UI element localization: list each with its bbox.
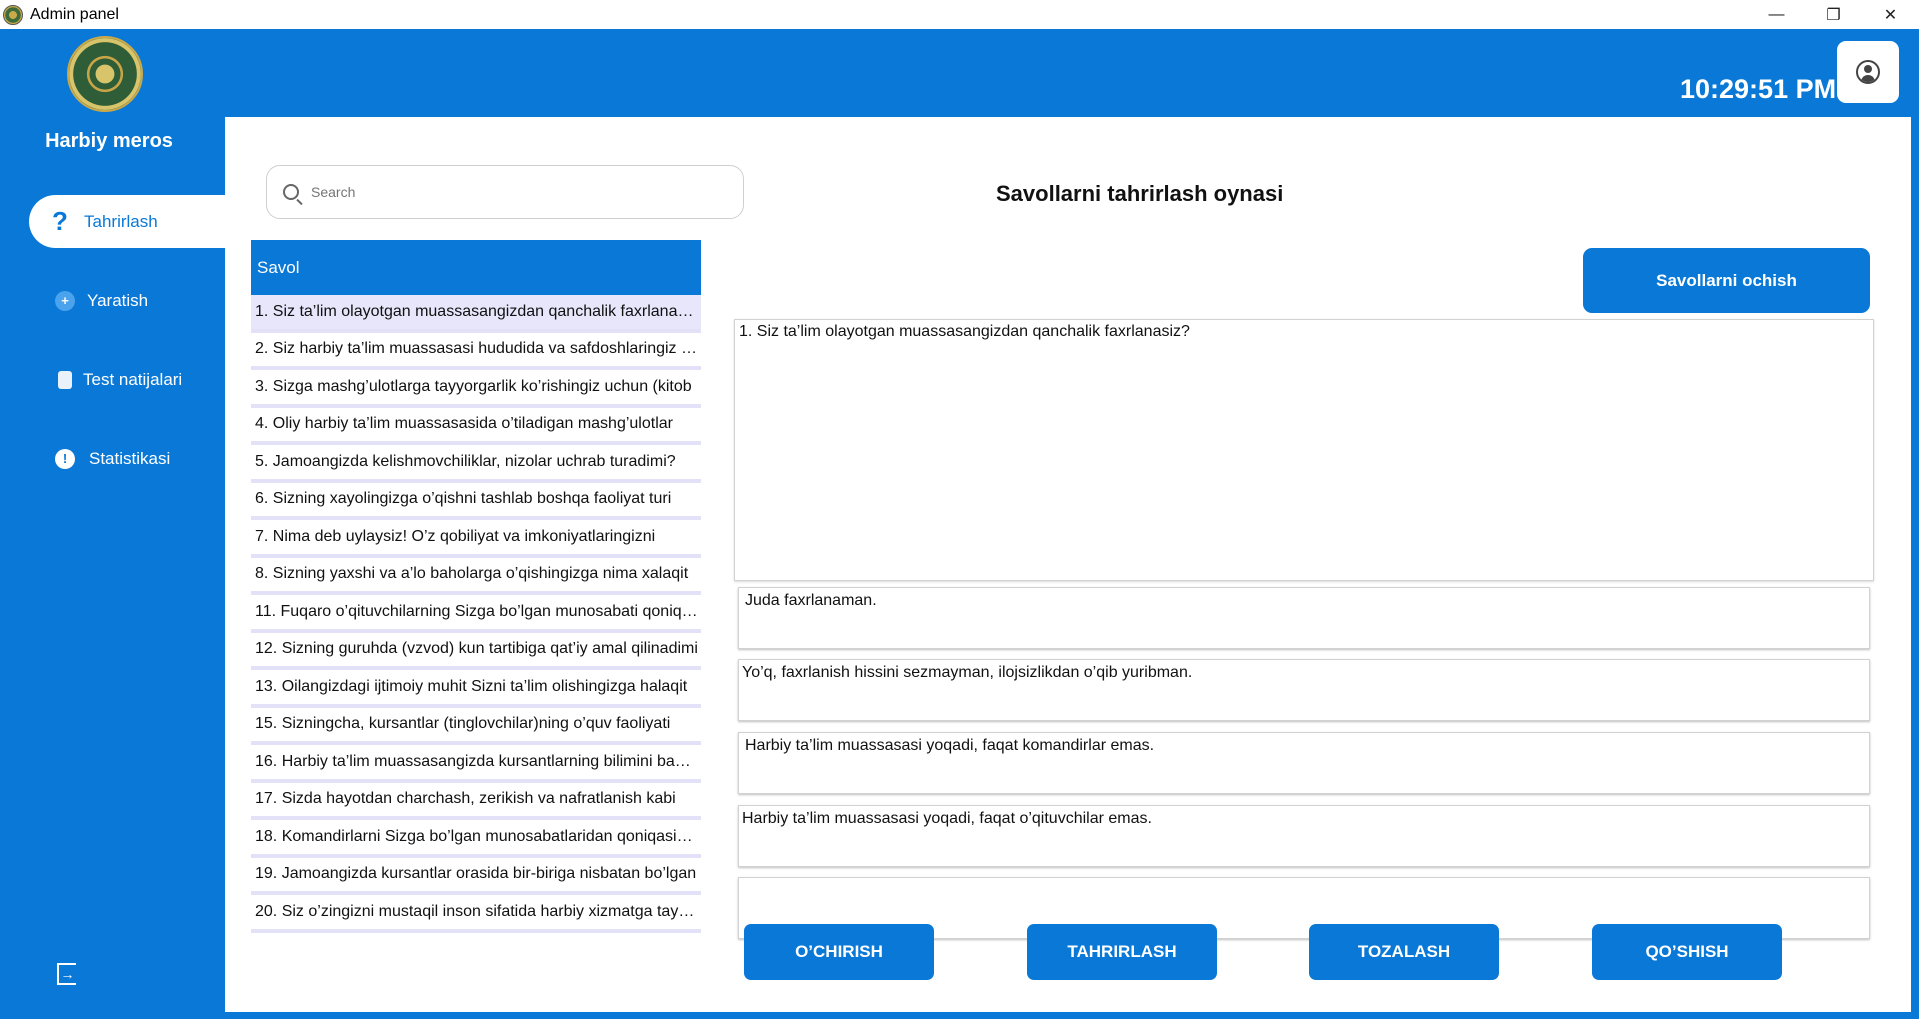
search-icon bbox=[283, 184, 299, 200]
sidebar-item-label: Yaratish bbox=[87, 290, 149, 310]
sidebar-item-tahrirlash[interactable]: ? Tahrirlash bbox=[29, 195, 225, 248]
table-row[interactable]: 2. Siz harbiy ta’lim muassasasi hududida… bbox=[251, 333, 701, 370]
table-row[interactable]: 3. Sizga mashg’ulotlarga tayyorgarlik ko… bbox=[251, 370, 701, 408]
row-text: 20. Siz o’zingizni mustaqil inson sifati… bbox=[255, 902, 698, 920]
open-questions-button[interactable]: Savollarni ochish bbox=[1583, 248, 1870, 313]
answer-field-3[interactable]: Harbiy ta’lim muassasasi yoqadi, faqat k… bbox=[738, 732, 1870, 794]
sidebar-item-label: Statistikasi bbox=[89, 448, 171, 468]
table-row[interactable]: 13. Oilangizdagi ijtimoiy muhit Sizni ta… bbox=[251, 670, 701, 708]
search-input[interactable] bbox=[311, 184, 691, 200]
window-title: Admin panel bbox=[30, 5, 119, 23]
table-row[interactable]: 19. Jamoangizda kursantlar orasida bir-b… bbox=[251, 858, 701, 895]
row-text: 3. Sizga mashg’ulotlarga tayyorgarlik ko… bbox=[255, 377, 692, 395]
table-row[interactable]: 20. Siz o’zingizni mustaqil inson sifati… bbox=[251, 895, 701, 933]
sidebar-item-yaratish[interactable]: + Yaratish bbox=[29, 274, 225, 327]
edit-button[interactable]: TAHRIRLASH bbox=[1027, 924, 1217, 980]
delete-button[interactable]: O’CHIRISH bbox=[744, 924, 934, 980]
table-row[interactable]: 5. Jamoangizda kelishmovchiliklar, nizol… bbox=[251, 445, 701, 483]
restore-button[interactable]: ❐ bbox=[1805, 0, 1862, 29]
sidebar-item-label: Tahrirlash bbox=[84, 211, 158, 231]
brand-name: Harbiy meros bbox=[45, 130, 173, 152]
table-row[interactable]: 15. Sizningcha, kursantlar (tinglovchila… bbox=[251, 708, 701, 745]
row-text: 7. Nima deb uylaysiz! O’z qobiliyat va i… bbox=[255, 527, 656, 545]
row-text: 8. Sizning yaxshi va a’lo baholarga o’qi… bbox=[255, 565, 689, 583]
close-button[interactable]: ✕ bbox=[1862, 0, 1919, 29]
table-row[interactable]: 17. Sizda hayotdan charchash, zerikish v… bbox=[251, 783, 701, 820]
table-row[interactable]: 8. Sizning yaxshi va a’lo baholarga o’qi… bbox=[251, 558, 701, 595]
row-text: 2. Siz harbiy ta’lim muassasasi hududida… bbox=[255, 340, 698, 358]
answer-field-4[interactable]: Harbiy ta’lim muassasasi yoqadi, faqat o… bbox=[738, 805, 1870, 867]
clipboard-icon bbox=[58, 370, 72, 389]
emblem-logo bbox=[67, 36, 143, 112]
clock: 10:29:51 PM bbox=[1680, 74, 1837, 104]
app-logo-icon bbox=[3, 4, 23, 25]
answer-field-1[interactable]: Juda faxrlanaman. bbox=[738, 587, 1870, 649]
row-text: 6. Sizning xayolingizga o’qishni tashlab… bbox=[255, 490, 672, 508]
row-text: 12. Sizning guruhda (vzvod) kun tartibig… bbox=[255, 640, 698, 658]
clear-button[interactable]: TOZALASH bbox=[1309, 924, 1499, 980]
user-icon bbox=[1856, 60, 1880, 84]
sidebar-item-test-natijalari[interactable]: Test natijalari bbox=[29, 353, 225, 406]
question-icon: ? bbox=[52, 206, 68, 236]
row-text: 19. Jamoangizda kursantlar orasida bir-b… bbox=[255, 865, 697, 883]
table-row[interactable]: 1. Siz ta’lim olayotgan muassasangizdan … bbox=[251, 295, 701, 333]
table-row[interactable]: 12. Sizning guruhda (vzvod) kun tartibig… bbox=[251, 633, 701, 670]
table-row[interactable]: 4. Oliy harbiy ta’lim muassasasida o’til… bbox=[251, 408, 701, 445]
warning-icon: ! bbox=[55, 448, 75, 469]
row-text: 1. Siz ta’lim olayotgan muassasangizdan … bbox=[255, 302, 698, 320]
sidebar-item-label: Test natijalari bbox=[83, 369, 183, 389]
row-text: 11. Fuqaro o’qituvchilarning Sizga bo’lg… bbox=[255, 602, 698, 620]
add-button[interactable]: QO’SHISH bbox=[1592, 924, 1782, 980]
table-row[interactable]: 11. Fuqaro o’qituvchilarning Sizga bo’lg… bbox=[251, 595, 701, 633]
row-text: 13. Oilangizdagi ijtimoiy muhit Sizni ta… bbox=[255, 677, 688, 695]
row-text: 16. Harbiy ta’lim muassasangizda kursant… bbox=[255, 752, 698, 770]
row-text: 5. Jamoangizda kelishmovchiliklar, nizol… bbox=[255, 452, 676, 470]
plus-icon: + bbox=[55, 290, 75, 311]
table-row[interactable]: 7. Nima deb uylaysiz! O’z qobiliyat va i… bbox=[251, 520, 701, 558]
question-text-field[interactable]: 1. Siz ta’lim olayotgan muassasangizdan … bbox=[734, 319, 1874, 581]
row-text: 18. Komandirlarni Sizga bo’lgan munosaba… bbox=[255, 827, 698, 845]
table-header: Savol bbox=[251, 240, 701, 295]
table-row[interactable]: 6. Sizning xayolingizga o’qishni tashlab… bbox=[251, 483, 701, 520]
app-body: Harbiy meros ? Tahrirlash + Yaratish Tes… bbox=[0, 29, 1919, 1019]
window-titlebar: Admin panel — ❐ ✕ bbox=[0, 0, 1919, 29]
questions-table: Savol 1. Siz ta’lim olayotgan muassasang… bbox=[251, 240, 701, 933]
minimize-button[interactable]: — bbox=[1748, 0, 1805, 29]
table-row[interactable]: 16. Harbiy ta’lim muassasangizda kursant… bbox=[251, 745, 701, 783]
logout-icon[interactable]: → bbox=[57, 963, 76, 985]
row-text: 4. Oliy harbiy ta’lim muassasasida o’til… bbox=[255, 415, 673, 433]
sidebar-item-statistikasi[interactable]: ! Statistikasi bbox=[29, 432, 225, 485]
page-title: Savollarni tahrirlash oynasi bbox=[996, 181, 1284, 206]
user-profile-button[interactable] bbox=[1837, 41, 1899, 103]
row-text: 15. Sizningcha, kursantlar (tinglovchila… bbox=[255, 715, 671, 733]
answer-field-2[interactable]: Yo’q, faxrlanish hissini sezmayman, iloj… bbox=[738, 659, 1870, 721]
search-box[interactable] bbox=[266, 165, 744, 219]
table-row[interactable]: 18. Komandirlarni Sizga bo’lgan munosaba… bbox=[251, 820, 701, 858]
row-text: 17. Sizda hayotdan charchash, zerikish v… bbox=[255, 790, 676, 808]
main-panel: Savollarni tahrirlash oynasi Savol 1. Si… bbox=[225, 117, 1911, 1012]
